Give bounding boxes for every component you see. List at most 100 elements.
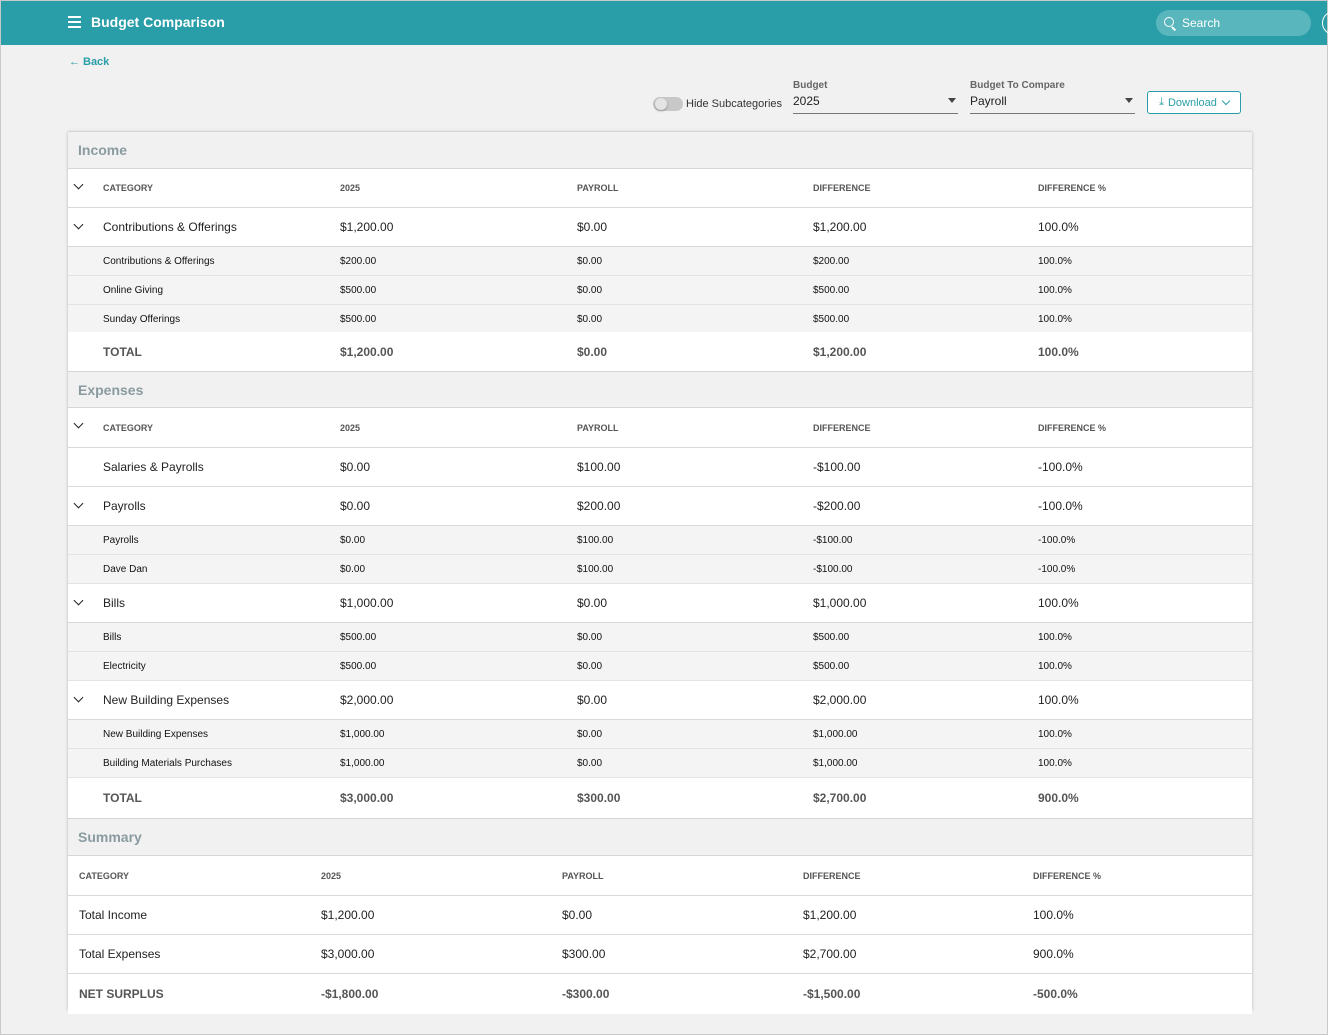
- cell-category: Dave Dan: [103, 563, 148, 575]
- cell-category: New Building Expenses: [103, 693, 230, 707]
- cell-compare: $0.00: [577, 596, 608, 610]
- compare-select[interactable]: Budget To Compare Payroll: [970, 80, 1135, 116]
- cell-budget: $500.00: [340, 631, 377, 643]
- cell-compare: $0.00: [577, 220, 608, 234]
- cell-budget: 2025: [321, 870, 342, 881]
- cell-difference: $500.00: [813, 660, 850, 672]
- chevron-down-icon[interactable]: [73, 418, 84, 429]
- cell-difference: $200.00: [813, 255, 850, 267]
- cell-compare: $200.00: [577, 499, 621, 513]
- table-header-row: CATEGORY 2025 PAYROLL DIFFERENCE DIFFERENCE …: [68, 408, 1252, 448]
- hide-subcategories-toggle[interactable]: Hide Subcategories: [653, 97, 782, 111]
- chevron-down-icon[interactable]: [73, 179, 84, 190]
- cell-difference-pct: 100.0%: [1038, 757, 1072, 769]
- cell-category: Contributions & Offerings: [103, 255, 215, 267]
- chevron-down-icon: [1221, 96, 1231, 105]
- cell-difference: $2,700.00: [813, 791, 867, 805]
- cell-compare: -$300.00: [562, 987, 610, 1001]
- cell-compare: $0.00: [577, 660, 603, 672]
- hamburger-menu-icon[interactable]: [68, 16, 81, 28]
- subcategory-row: Online Giving $500.00 $0.00 $500.00 100.0%: [68, 276, 1252, 305]
- cell-compare: $0.00: [577, 345, 608, 359]
- toggle-track[interactable]: [653, 97, 683, 111]
- budget-select[interactable]: Budget 2025: [793, 80, 958, 116]
- cell-category: Bills: [103, 596, 126, 610]
- back-link[interactable]: ← Back: [69, 56, 109, 68]
- category-row[interactable]: New Building Expenses $2,000.00 $0.00 $2,00…: [68, 681, 1252, 720]
- cell-category: New Building Expenses: [103, 728, 209, 740]
- cell-category: CATEGORY: [79, 870, 130, 881]
- toggle-label: Hide Subcategories: [686, 98, 783, 110]
- cell-category: CATEGORY: [103, 183, 154, 193]
- cell-difference: -$100.00: [813, 460, 861, 474]
- user-avatar-icon[interactable]: [1322, 11, 1328, 35]
- cell-difference: $1,000.00: [813, 596, 867, 610]
- cell-category: Salaries & Payrolls: [103, 460, 204, 474]
- cell-difference-pct: 100.0%: [1038, 313, 1072, 325]
- cell-category: Building Materials Purchases: [103, 757, 232, 769]
- cell-compare: $100.00: [577, 460, 621, 474]
- search-input[interactable]: Search: [1156, 10, 1311, 36]
- compare-select-value: Payroll: [970, 94, 1007, 108]
- cell-category: Online Giving: [103, 284, 164, 296]
- cell-compare: $100.00: [577, 534, 614, 546]
- cell-category: Payrolls: [103, 534, 139, 546]
- cell-difference-pct: -100.0%: [1038, 534, 1076, 546]
- cell-difference-pct: 100.0%: [1038, 728, 1072, 740]
- cell-budget: $1,000.00: [340, 757, 385, 769]
- cell-compare: $0.00: [562, 908, 593, 922]
- cell-difference: $500.00: [813, 284, 850, 296]
- download-label: Download: [1167, 96, 1217, 109]
- cell-difference: $2,000.00: [813, 693, 867, 707]
- download-button[interactable]: ⤓ Download: [1147, 91, 1241, 114]
- cell-budget: $1,200.00: [340, 345, 394, 359]
- cell-category: TOTAL: [103, 345, 142, 359]
- cell-budget: $2,000.00: [340, 693, 394, 707]
- cell-difference-pct: DIFFERENCE %: [1033, 870, 1102, 881]
- chevron-down-icon[interactable]: [73, 692, 84, 703]
- section-income-header: Income: [68, 131, 1252, 169]
- category-row[interactable]: Salaries & Payrolls $0.00 $100.00 -$100.00 -…: [68, 448, 1252, 487]
- category-row[interactable]: Bills $1,000.00 $0.00 $1,000.00 100.0%: [68, 584, 1252, 623]
- cell-category: Payrolls: [103, 499, 146, 513]
- subcategory-row: New Building Expenses $1,000.00 $0.00 $1,00…: [68, 720, 1252, 749]
- category-row[interactable]: Payrolls $0.00 $200.00 -$200.00 -100.0%: [68, 487, 1252, 526]
- subcategory-row: Contributions & Offerings $200.00 $0.00 $20…: [68, 247, 1252, 276]
- download-icon: ⤓: [1159, 96, 1164, 108]
- summary-row: Total Expenses $3,000.00 $300.00 $2,700.00 9…: [68, 935, 1252, 974]
- cell-budget: $0.00: [340, 460, 371, 474]
- cell-compare: $0.00: [577, 757, 603, 769]
- cell-compare: $0.00: [577, 693, 608, 707]
- category-row[interactable]: Contributions & Offerings $1,200.00 $0.00 $…: [68, 208, 1252, 247]
- section-summary-header: Summary: [68, 818, 1252, 856]
- cell-difference-pct: -100.0%: [1038, 460, 1083, 474]
- budget-select-value: 2025: [793, 94, 820, 108]
- subcategory-row: Dave Dan $0.00 $100.00 -$100.00 -100.0%: [68, 555, 1252, 584]
- cell-difference-pct: 100.0%: [1038, 631, 1072, 643]
- cell-compare: $0.00: [577, 313, 603, 325]
- cell-difference-pct: 900.0%: [1033, 947, 1074, 961]
- cell-difference: $1,000.00: [813, 757, 858, 769]
- cell-difference: $1,000.00: [813, 728, 858, 740]
- cell-budget: $1,200.00: [321, 908, 375, 922]
- cell-budget: $0.00: [340, 563, 366, 575]
- cell-difference-pct: 100.0%: [1038, 220, 1079, 234]
- caret-down-icon: [1125, 98, 1133, 103]
- chevron-down-icon[interactable]: [73, 595, 84, 606]
- cell-difference: DIFFERENCE: [803, 870, 861, 881]
- cell-difference: -$200.00: [813, 499, 861, 513]
- chevron-down-icon[interactable]: [73, 498, 84, 509]
- compare-select-label: Budget To Compare: [970, 80, 1065, 91]
- cell-difference-pct: -100.0%: [1038, 499, 1083, 513]
- cell-category: Sunday Offerings: [103, 313, 181, 325]
- cell-difference: DIFFERENCE: [813, 183, 871, 193]
- cell-difference-pct: -500.0%: [1033, 987, 1078, 1001]
- chevron-down-icon[interactable]: [73, 219, 84, 230]
- cell-difference: -$1,500.00: [803, 987, 861, 1001]
- cell-difference-pct: 100.0%: [1038, 660, 1072, 672]
- cell-difference: DIFFERENCE: [813, 422, 871, 433]
- cell-category: NET SURPLUS: [79, 987, 164, 1001]
- cell-difference-pct: 900.0%: [1038, 791, 1079, 805]
- page-title: Budget Comparison: [91, 14, 225, 30]
- arrow-left-icon: ←: [69, 56, 80, 68]
